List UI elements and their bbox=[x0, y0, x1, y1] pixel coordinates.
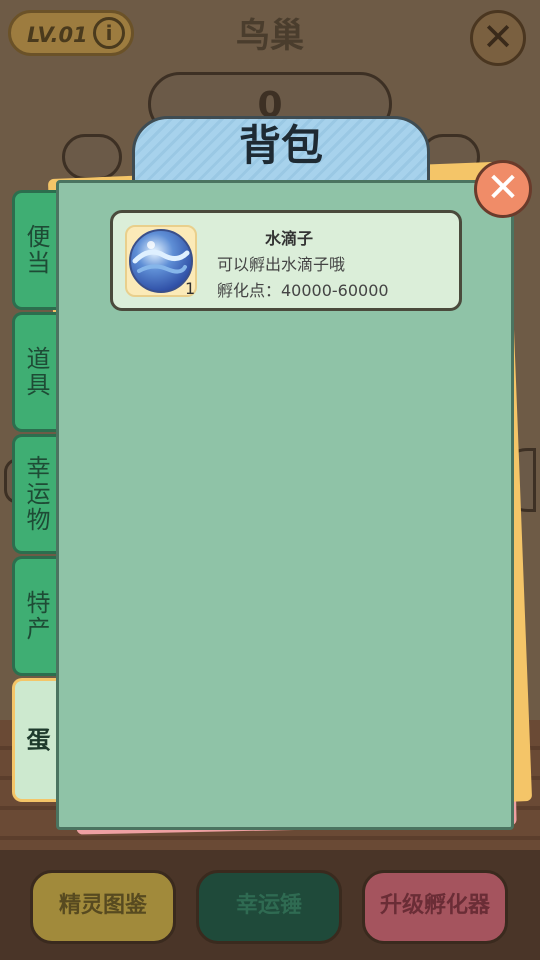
tab-items[interactable]: 道具 bbox=[12, 312, 58, 432]
item-name: 水滴子 bbox=[264, 229, 313, 248]
lucky-hammer-button[interactable]: 幸运锤 bbox=[196, 870, 342, 944]
tab-specialty[interactable]: 特产 bbox=[12, 556, 58, 676]
upgrade-incubator-button[interactable]: 升级孵化器 bbox=[362, 870, 508, 944]
guide-button[interactable]: 精灵图鉴 bbox=[30, 870, 176, 944]
item-description: 可以孵出水滴子哦 bbox=[217, 255, 346, 274]
modal-title: 背包 bbox=[238, 121, 323, 170]
page-title: 鸟巢 bbox=[236, 16, 304, 56]
tab-lucky[interactable]: 幸运物 bbox=[12, 434, 58, 554]
list-item[interactable]: 1 水滴子 可以孵出水滴子哦 孵化点：40000-60000 bbox=[110, 210, 462, 311]
tab-bento[interactable]: 便当 bbox=[12, 190, 58, 310]
modal-close-icon[interactable]: ✕ bbox=[474, 160, 532, 218]
close-icon[interactable]: ✕ bbox=[470, 10, 526, 66]
item-count: 1 bbox=[185, 279, 196, 298]
tab-egg[interactable]: 蛋 bbox=[12, 678, 58, 802]
bone-decoration-left bbox=[62, 134, 122, 180]
item-hatch-points: 孵化点：40000-60000 bbox=[217, 281, 389, 300]
